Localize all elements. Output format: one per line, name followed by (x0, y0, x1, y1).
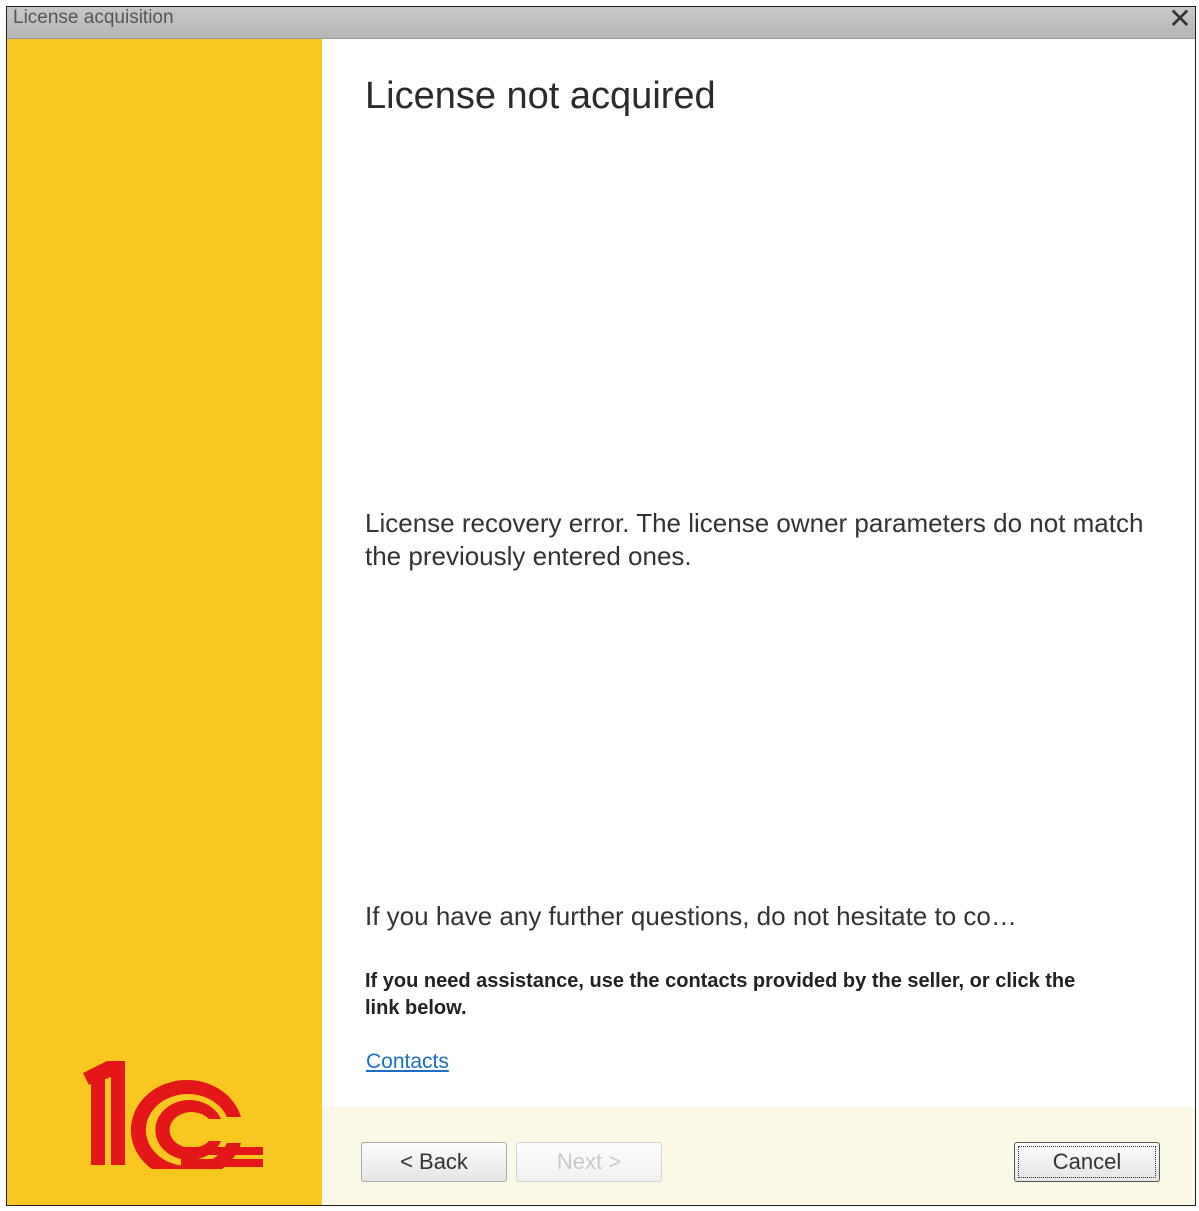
title-bar: License acquisition ✕ (7, 7, 1195, 39)
questions-text: If you have any further questions, do no… (365, 901, 1017, 931)
page-title: License not acquired (365, 75, 716, 117)
back-button[interactable]: < Back (361, 1142, 507, 1182)
next-button[interactable]: Next > (516, 1142, 662, 1182)
window-title: License acquisition (13, 7, 174, 28)
license-acquisition-window: License acquisition ✕ License not acquir… (6, 6, 1196, 1206)
assistance-text: If you need assistance, use the contacts… (365, 970, 1076, 1019)
cancel-button[interactable]: Cancel (1014, 1142, 1160, 1182)
close-icon[interactable]: ✕ (1167, 7, 1193, 33)
contacts-link[interactable]: Contacts (366, 1050, 449, 1074)
1c-logo (83, 1061, 263, 1169)
content-pane: License not acquired License recovery er… (322, 39, 1195, 1205)
brand-sidebar (7, 39, 322, 1205)
error-message: License recovery error. The license owne… (365, 508, 1144, 571)
cancel-button-label: Cancel (1052, 1149, 1122, 1174)
button-bar: < Back Next > Cancel (322, 1107, 1195, 1205)
